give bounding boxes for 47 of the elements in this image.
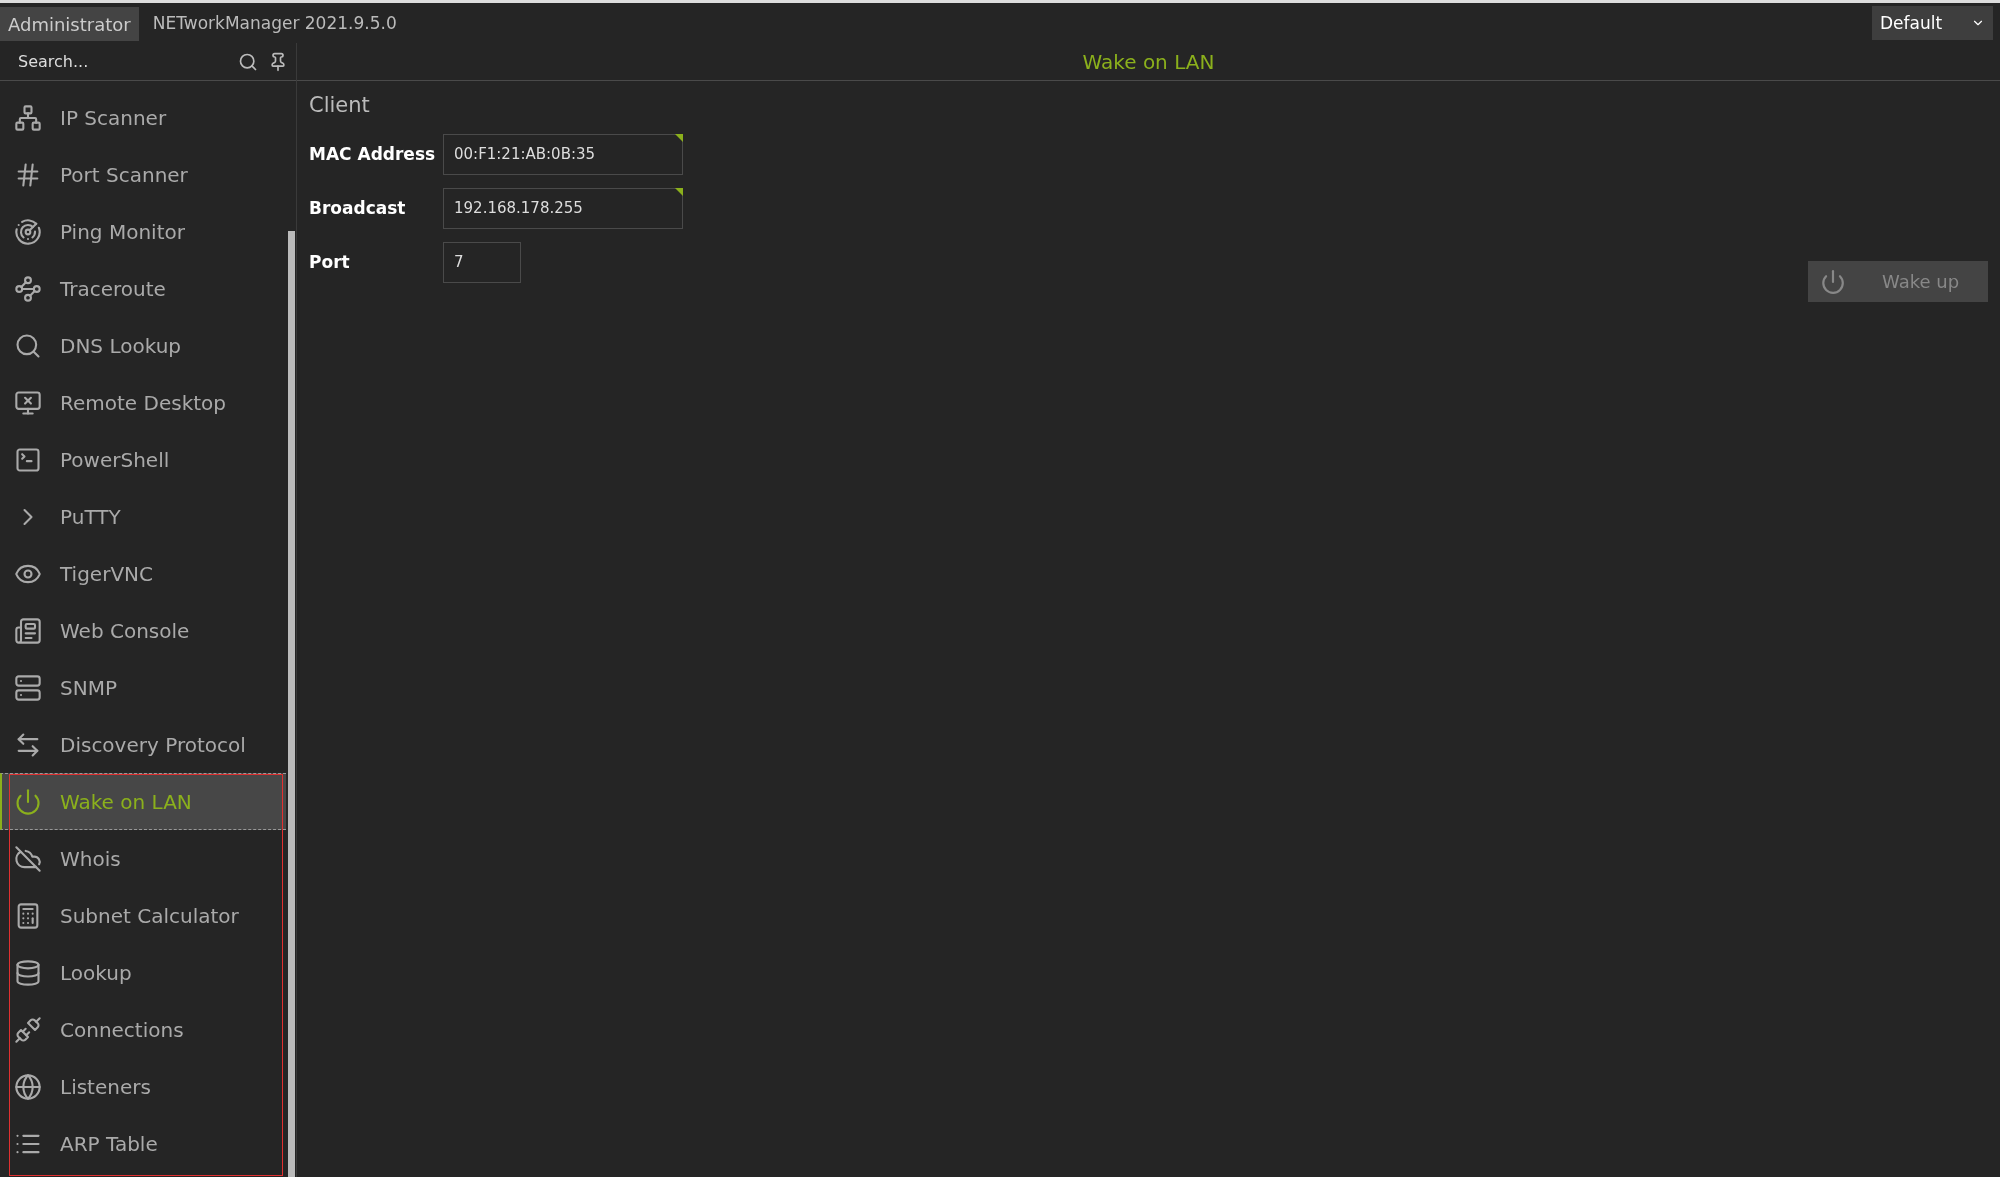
server-icon bbox=[14, 673, 42, 702]
app-title: NETworkManager 2021.9.5.0 bbox=[152, 13, 398, 33]
sidebar-item[interactable]: Discovery Protocol bbox=[0, 716, 286, 773]
sidebar-item[interactable]: Traceroute bbox=[0, 260, 286, 317]
power-icon bbox=[1820, 268, 1846, 295]
input-field[interactable]: 7 bbox=[443, 241, 521, 283]
field-label: Broadcast bbox=[309, 198, 407, 218]
sidebar-item[interactable]: Connections bbox=[0, 1001, 286, 1058]
sidebar-item[interactable]: PuTTY bbox=[0, 488, 286, 545]
search-icon[interactable] bbox=[238, 51, 258, 72]
database-icon bbox=[14, 958, 42, 987]
sidebar-item[interactable]: Port Scanner bbox=[0, 146, 286, 203]
search-icon bbox=[14, 331, 42, 360]
sidebar-item[interactable]: DNS Lookup bbox=[0, 317, 286, 374]
terminal-icon bbox=[14, 445, 42, 474]
sidebar-item[interactable]: Listeners bbox=[0, 1058, 286, 1115]
plug-icon bbox=[14, 1015, 42, 1044]
sidebar-item[interactable]: Subnet Calculator bbox=[0, 887, 286, 944]
profile-select[interactable]: Default bbox=[1872, 6, 1993, 40]
sidebar-item[interactable]: Web Console bbox=[0, 602, 286, 659]
cloud-icon bbox=[14, 844, 42, 873]
field-label: MAC Address bbox=[309, 144, 437, 164]
radar-icon bbox=[14, 217, 42, 246]
sidebar-item[interactable]: ARP Table bbox=[0, 1115, 286, 1172]
monitor-icon bbox=[14, 388, 42, 417]
search-field[interactable]: Search... bbox=[16, 51, 228, 72]
page-title: Wake on LAN bbox=[297, 43, 2000, 81]
power-icon bbox=[14, 787, 42, 816]
globe-icon bbox=[14, 1072, 42, 1101]
sidebar-item[interactable]: TigerVNC bbox=[0, 545, 286, 602]
window-icon bbox=[14, 616, 42, 645]
sidebar-item[interactable]: SNMP bbox=[0, 659, 286, 716]
network-icon bbox=[14, 103, 42, 132]
pin-icon[interactable] bbox=[268, 51, 288, 72]
sidebar-item[interactable]: Wake on LAN bbox=[0, 773, 286, 830]
route-icon bbox=[14, 274, 42, 303]
field-label: Port bbox=[309, 252, 351, 272]
input-field[interactable]: 192.168.178.255 bbox=[443, 187, 683, 229]
sidebar-item[interactable]: IP Scanner bbox=[0, 89, 286, 146]
sidebar-item[interactable]: PowerShell bbox=[0, 431, 286, 488]
input-field[interactable]: 00:F1:21:AB:0B:35 bbox=[443, 133, 683, 175]
section-title: Client bbox=[309, 93, 371, 117]
sidebar-item[interactable]: Ping Monitor bbox=[0, 203, 286, 260]
sidebar-item[interactable]: Remote Desktop bbox=[0, 374, 286, 431]
user-tab[interactable]: Administrator bbox=[0, 7, 139, 41]
sidebar-item[interactable]: Whois bbox=[0, 830, 286, 887]
sidebar-item[interactable]: Lookup bbox=[0, 944, 286, 1001]
